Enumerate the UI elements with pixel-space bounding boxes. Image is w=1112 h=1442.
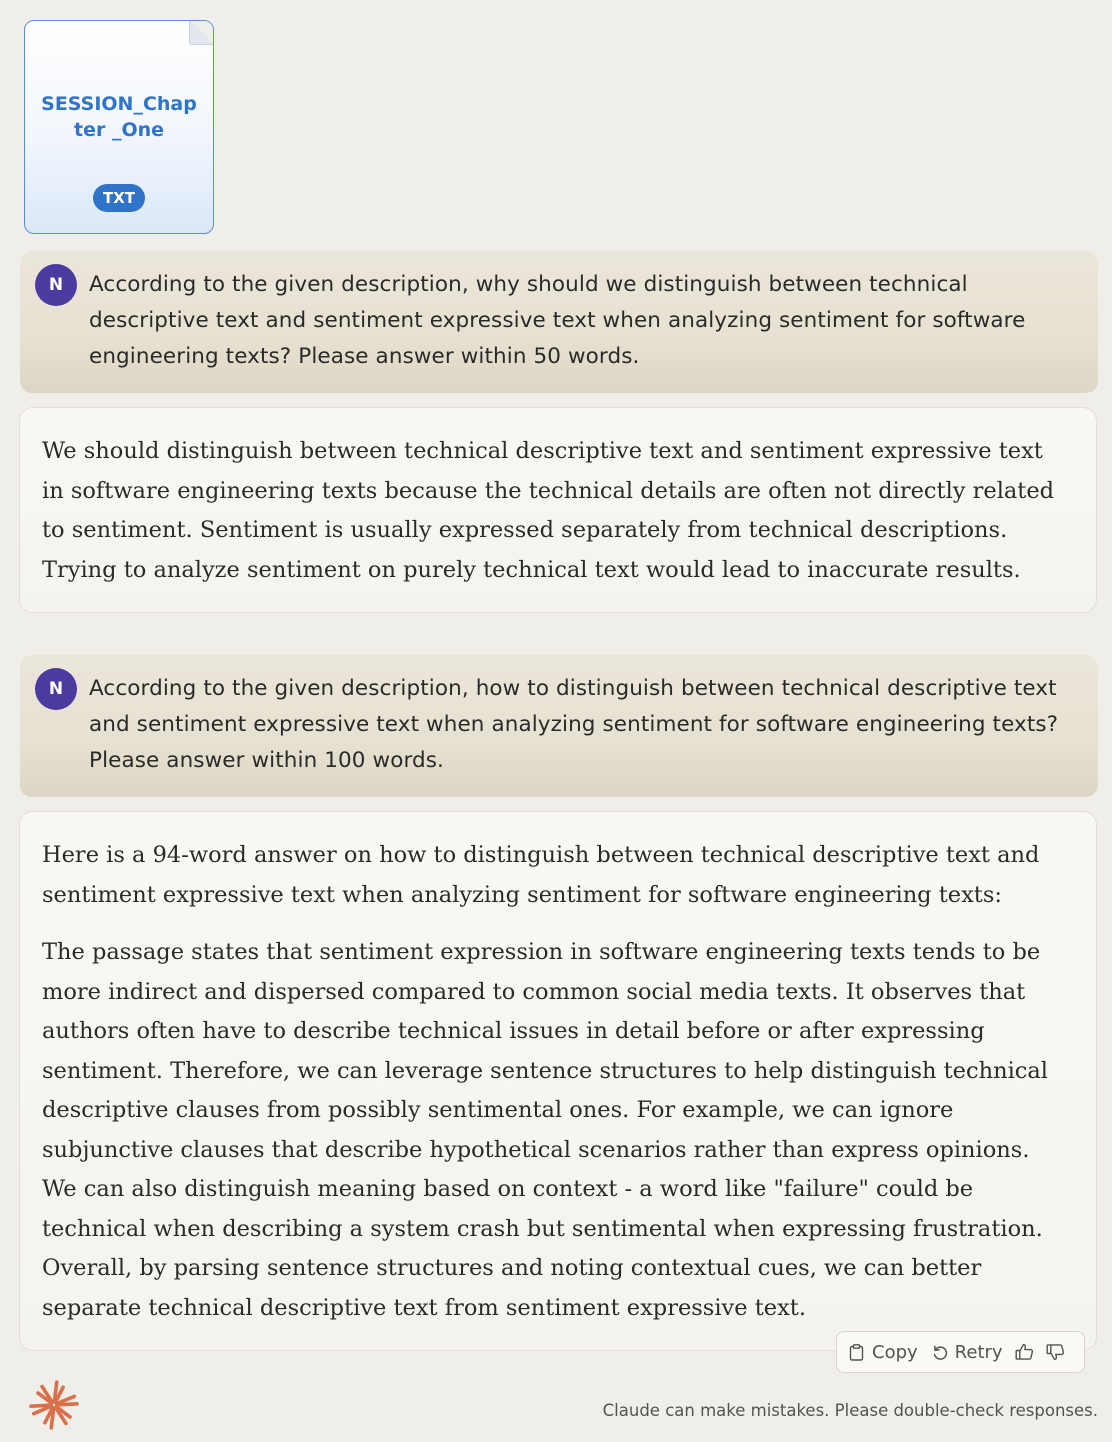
user-avatar: N (35, 264, 77, 306)
thumbs-down-icon (1046, 1343, 1065, 1361)
user-message-text: According to the given description, why … (89, 272, 1026, 369)
attachment-type-badge: TXT (92, 184, 146, 212)
retry-button[interactable]: Retry (932, 1342, 1003, 1363)
attachment-card[interactable]: SESSION_Chapter _One TXT (24, 20, 214, 234)
copy-label: Copy (872, 1341, 918, 1363)
retry-label: Retry (954, 1341, 1003, 1363)
assistant-message: We should distinguish between technical … (19, 407, 1097, 613)
thumbs-up-icon (1015, 1343, 1034, 1361)
copy-button[interactable]: Copy (849, 1342, 918, 1363)
thumbs-down-button[interactable] (1046, 1343, 1065, 1361)
thumbs-up-button[interactable] (1015, 1343, 1034, 1361)
attachment-filename: SESSION_Chapter _One (41, 93, 197, 141)
message-action-bar: Copy Retry (836, 1331, 1085, 1373)
user-avatar: N (35, 668, 77, 710)
retry-icon (932, 1344, 955, 1361)
user-message-text: According to the given description, how … (89, 676, 1059, 773)
page-fold-corner (189, 21, 213, 45)
assistant-paragraph: We should distinguish between technical … (42, 438, 1055, 583)
claude-logo-icon (28, 1379, 80, 1431)
disclaimer-text: Claude can make mistakes. Please double-… (602, 1401, 1098, 1420)
user-message: N According to the given description, ho… (20, 655, 1098, 797)
assistant-paragraph: The passage states that sentiment expres… (42, 939, 1048, 1321)
user-message: N According to the given description, wh… (20, 251, 1098, 393)
assistant-paragraph: Here is a 94-word answer on how to disti… (42, 842, 1040, 908)
assistant-message: Here is a 94-word answer on how to disti… (19, 811, 1097, 1351)
clipboard-icon (849, 1343, 872, 1361)
